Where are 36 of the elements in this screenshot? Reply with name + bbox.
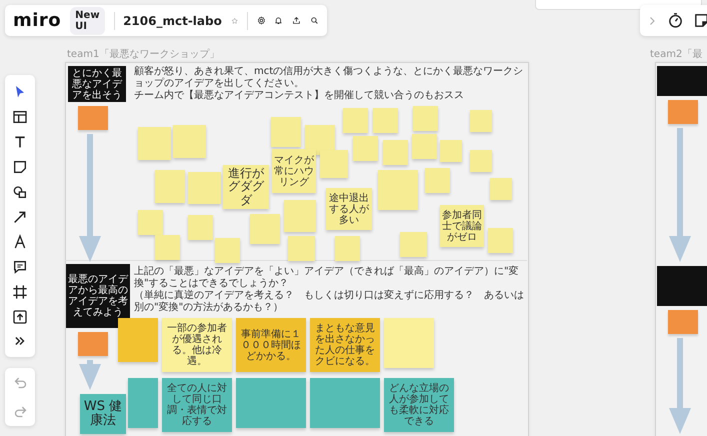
sticky-note: 参加者同士で議論がゼロ (440, 205, 484, 247)
section-label: 最悪のアイデアから最高のアイデアを考えてみよう (66, 264, 130, 328)
timer-icon[interactable] (667, 12, 684, 29)
shapes-icon[interactable] (12, 184, 28, 200)
sticky-note: WS 健康法 (80, 394, 126, 434)
sticky-note: まともな意見を出さなかった人の仕事をクビになる。 (310, 318, 380, 372)
instruction-text: チーム内で【最悪なアイデアコンテスト】を開催して競い合うのもおスス (134, 90, 465, 102)
sticky-note: 一部の参加者が優遇される。他は冷遇。 (162, 318, 232, 372)
instruction-text: （単純に真逆のアイデアを考える？ もしくは切り口は変えずに応用する？ あるいは別の"変換"の方法があるかも？） (134, 290, 524, 314)
sticky-note: 全ての人に対して同じ口調・表情で対応する (162, 378, 232, 432)
sticky-note (78, 106, 108, 130)
sticky-note (78, 332, 108, 356)
sticky-note: 事前準備に１０００時間ほどかかる。 (236, 318, 306, 372)
frame-icon[interactable] (12, 284, 28, 300)
section-label: とにかく最悪なアイデアを出そう (68, 66, 126, 102)
arrow-tool-icon[interactable] (12, 208, 28, 225)
upload-icon[interactable] (12, 309, 28, 326)
badge[interactable]: New UI (70, 6, 105, 34)
comment-icon[interactable] (12, 259, 28, 276)
template-icon[interactable] (12, 108, 28, 125)
sticky-note: 進行がグダグダ (223, 165, 269, 209)
down-arrow (78, 360, 102, 390)
sticky-note-icon[interactable] (12, 158, 28, 175)
instruction-text: 顧客が怒り、あきれ果て、mctの信用が大きく傷つくような、とにかく最悪なワークショップのアイデアを出してください。 (134, 66, 524, 90)
sticky-note: どんな立場の人が参加しても柔軟に対応できる (384, 378, 454, 432)
logo[interactable]: miro (13, 10, 62, 31)
sticky-note (668, 310, 698, 334)
sticky-note-icon[interactable] (693, 12, 707, 29)
pen-icon[interactable] (12, 234, 28, 250)
instruction-text: 上記の「最悪」なアイデアを「よい」アイデア（できれば「最高」のアイデア）に"変換"することはできるでしょうか？ (134, 266, 520, 290)
sticky-note (668, 100, 698, 124)
sticky-note: マイクが常にハウリング (272, 149, 316, 193)
sticky-note: 途中退出する人が多い (326, 188, 372, 230)
section-label (657, 66, 707, 96)
section-label (657, 266, 707, 306)
board-name[interactable]: 2106_mct-labo (123, 14, 222, 28)
